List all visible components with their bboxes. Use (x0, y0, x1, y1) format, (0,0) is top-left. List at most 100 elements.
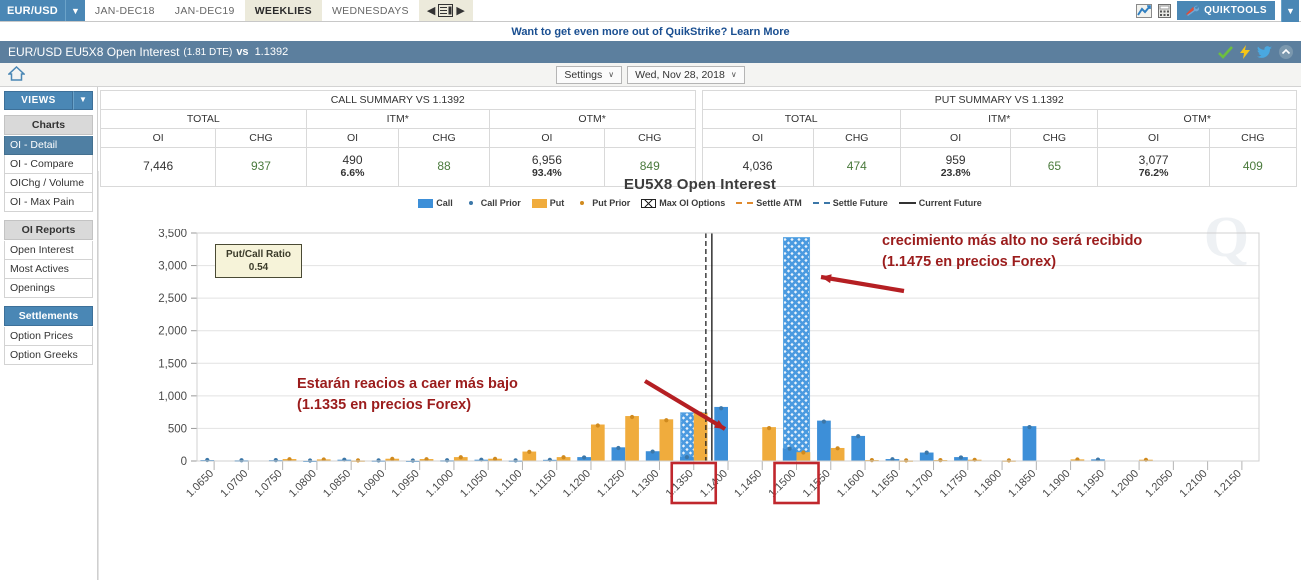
sidebar-item-oichg-volume[interactable]: OIChg / Volume (4, 174, 93, 193)
quiktools-button[interactable]: QUIKTOOLS (1177, 1, 1275, 20)
svg-text:1.1500: 1.1500 (766, 468, 798, 500)
lightning-icon[interactable] (1240, 45, 1250, 59)
sidebar-item-option-prices[interactable]: Option Prices (4, 327, 93, 346)
svg-text:1.1450: 1.1450 (732, 468, 764, 500)
quiktools-caret-icon[interactable]: ▼ (1281, 0, 1299, 22)
legend-item-current-future[interactable]: Current Future (898, 198, 982, 208)
put-col-itm-chg: CHG (1010, 128, 1099, 148)
content-area: CALL SUMMARY VS 1.1392 TOTAL ITM* OTM* O… (98, 87, 1301, 580)
promo-banner[interactable]: Want to get even more out of QuikStrike?… (0, 22, 1301, 41)
svg-text:1,000: 1,000 (158, 391, 187, 403)
legend-item-settle-atm[interactable]: Settle ATM (736, 198, 802, 208)
views-caret-icon[interactable]: ▼ (73, 91, 93, 110)
title-bar-icons (1218, 45, 1293, 59)
legend-item-settle-future[interactable]: Settle Future (812, 198, 888, 208)
date-dropdown[interactable]: Wed, Nov 28, 2018 ∨ (627, 65, 745, 84)
symbol-dropdown-caret-icon[interactable]: ▼ (64, 0, 85, 21)
call-group-itm: ITM* (305, 109, 490, 129)
sidebar-item-option-greeks[interactable]: Option Greeks (4, 346, 93, 365)
sidebar-group-settlements-header: Settlements (4, 306, 93, 326)
svg-text:500: 500 (168, 423, 187, 435)
panel-title-bar: EUR/USD EU5X8 Open Interest (1.81 DTE) v… (0, 41, 1301, 63)
expiry-pager[interactable]: ◀ ▶ (418, 0, 473, 21)
pager-prev-icon[interactable]: ◀ (427, 4, 435, 17)
svg-text:1.0850: 1.0850 (321, 468, 353, 500)
settings-label: Settings (564, 68, 603, 81)
current-future-line-icon (898, 202, 916, 204)
svg-text:2,500: 2,500 (158, 293, 187, 305)
top-navigation-bar: EUR/USD ▼ JAN-DEC18 JAN-DEC19 WEEKLIES W… (0, 0, 1301, 22)
svg-text:1.1050: 1.1050 (458, 468, 490, 500)
put-col-otm-chg: CHG (1208, 128, 1298, 148)
svg-text:1.2100: 1.2100 (1177, 468, 1209, 500)
legend-item-call[interactable]: Call (418, 198, 453, 208)
svg-text:1.1350: 1.1350 (664, 468, 696, 500)
legend-item-call-prior[interactable]: Call Prior (464, 198, 521, 208)
sidebar-item-openings[interactable]: Openings (4, 279, 93, 298)
chevron-down-icon: ∨ (608, 70, 615, 79)
list-view-icon[interactable] (438, 4, 454, 17)
svg-text:1.1800: 1.1800 (972, 468, 1004, 500)
legend-item-max-oi-options[interactable]: Max OI Options (641, 198, 725, 208)
nav-tab-jan-dec19[interactable]: JAN-DEC19 (165, 0, 245, 21)
pager-next-icon[interactable]: ▶ (456, 4, 464, 17)
vs-price: 1.1392 (254, 46, 289, 58)
svg-text:1,500: 1,500 (158, 358, 187, 370)
sidebar-item-oi-compare[interactable]: OI - Compare (4, 155, 93, 174)
top-right-tools: QUIKTOOLS ▼ (1136, 0, 1301, 22)
promo-text[interactable]: Want to get even more out of QuikStrike?… (511, 26, 789, 38)
quiktools-label: QUIKTOOLS (1204, 5, 1267, 16)
date-label: Wed, Nov 28, 2018 (635, 68, 725, 81)
views-button[interactable]: VIEWS (4, 91, 73, 110)
svg-text:1.0650: 1.0650 (184, 468, 216, 500)
sidebar-item-most-actives[interactable]: Most Actives (4, 260, 93, 279)
svg-text:1.0700: 1.0700 (218, 468, 250, 500)
put-call-ratio-label: Put/Call Ratio (226, 249, 292, 260)
nav-tab-wednesdays[interactable]: WEDNESDAYS (322, 0, 419, 21)
annotation-high-line2: (1.1475 en precios Forex) (882, 254, 1057, 271)
settle-atm-dash-icon (736, 202, 754, 204)
svg-text:1.1950: 1.1950 (1075, 468, 1107, 500)
legend-item-put-prior[interactable]: Put Prior (575, 198, 630, 208)
svg-text:1.1600: 1.1600 (835, 468, 867, 500)
put-col-total-oi: OI (701, 128, 814, 148)
sidebar-item-oi-detail[interactable]: OI - Detail (4, 136, 93, 155)
call-swatch-icon (418, 198, 434, 208)
put-group-otm: OTM* (1097, 109, 1297, 129)
put-prior-dot-icon (580, 201, 585, 205)
symbol-button[interactable]: EUR/USD (0, 0, 65, 21)
main-area: VIEWS ▼ Charts OI - Detail OI - Compare … (0, 87, 1301, 580)
svg-text:1.1550: 1.1550 (801, 468, 833, 500)
sidebar-item-oi-max-pain[interactable]: OI - Max Pain (4, 193, 93, 212)
nav-tab-weeklies[interactable]: WEEKLIES (244, 0, 322, 21)
svg-text:1.0950: 1.0950 (390, 468, 422, 500)
max-oi-hatch-icon (641, 198, 657, 208)
chart-legend: Call Call Prior Put Put Prior Max OI Opt… (99, 198, 1301, 208)
annotation-high: crecimiento más alto no será recibido (1… (882, 231, 1142, 273)
chart-icon[interactable] (1136, 3, 1153, 18)
nav-tab-jan-dec18[interactable]: JAN-DEC18 (85, 0, 165, 21)
annotation-high-line1: crecimiento más alto no será recibido (882, 233, 1143, 249)
toolbar-center-controls: Settings ∨ Wed, Nov 28, 2018 ∨ (0, 65, 1301, 84)
put-col-total-chg: CHG (812, 128, 901, 148)
svg-text:1.1400: 1.1400 (698, 468, 730, 500)
svg-text:1.0900: 1.0900 (355, 468, 387, 500)
svg-text:0: 0 (181, 456, 187, 468)
sidebar-item-open-interest[interactable]: Open Interest (4, 241, 93, 260)
collapse-icon[interactable] (1279, 45, 1293, 59)
svg-text:1.0800: 1.0800 (287, 468, 319, 500)
settle-future-dash-icon (812, 202, 830, 204)
svg-text:1.1150: 1.1150 (527, 468, 559, 500)
put-col-itm-oi: OI (899, 128, 1012, 148)
calculator-icon[interactable] (1158, 3, 1172, 18)
svg-text:1.2150: 1.2150 (1212, 468, 1244, 500)
svg-text:1.0750: 1.0750 (252, 468, 284, 500)
check-icon[interactable] (1218, 45, 1233, 59)
call-col-total-oi: OI (99, 128, 217, 148)
settings-dropdown[interactable]: Settings ∨ (556, 65, 623, 84)
twitter-icon[interactable] (1257, 45, 1272, 59)
svg-text:1.1300: 1.1300 (629, 468, 661, 500)
legend-item-put[interactable]: Put (531, 198, 564, 208)
